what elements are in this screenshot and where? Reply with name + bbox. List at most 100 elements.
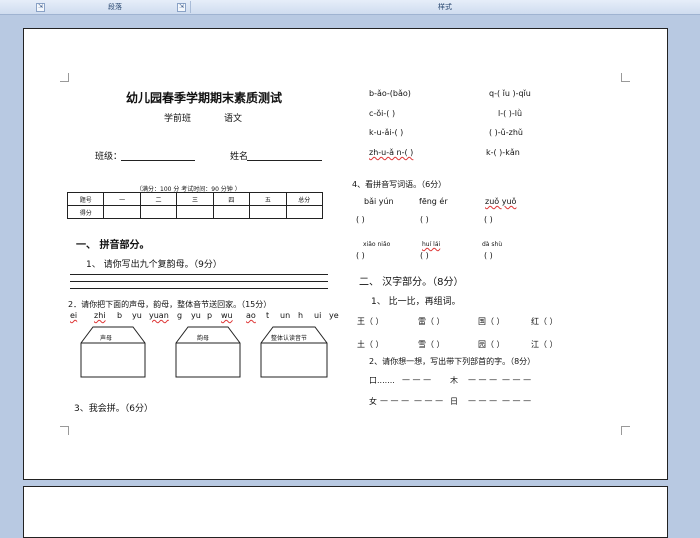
compare-item[interactable]: 王（ ） [357, 316, 384, 327]
styles-launcher-icon[interactable]: ⇲ [177, 3, 186, 12]
pinyin-item: zhi [94, 311, 106, 320]
pinyin-item: t [266, 311, 270, 320]
spell-item: k-u-ǎi-( ) [369, 128, 404, 137]
house-shengmu[interactable]: 声母 [80, 326, 146, 378]
answer-parens[interactable]: ( ) [420, 251, 429, 260]
question-2: 2．请你把下面的声母，韵母，整体音节送回家。（15分） [68, 300, 272, 309]
spell-item: zh-u-ǎ n-( ) [369, 148, 414, 157]
question-4: 4、看拼音写词语。（6分） [352, 180, 447, 189]
crop-mark [60, 73, 69, 82]
pinyin-item: p [207, 311, 213, 320]
spell-item: ( )-ǔ-zhǔ [489, 128, 523, 137]
table-cell[interactable] [176, 205, 214, 219]
house-zhengti[interactable]: 整体认读音节 [260, 326, 328, 378]
house-label: 整体认读音节 [271, 335, 308, 342]
class-field-line[interactable] [121, 160, 195, 161]
question-1: 1、 请你写出九个复韵母。（9分） [86, 260, 222, 270]
radical-blank[interactable]: — — — [468, 396, 497, 405]
pinyin-word: huí lái [422, 241, 441, 248]
house-shape-icon [80, 326, 146, 378]
pinyin-item: g [177, 311, 183, 320]
table-cell: 题号 [66, 192, 105, 206]
question-6: 2、请你想一想，写出带下列部首的字。（8分） [369, 357, 536, 366]
table-cell: 一 [103, 192, 141, 206]
pinyin-item: yu [132, 311, 142, 320]
pinyin-word: xiǎo niǎo [363, 241, 391, 248]
answer-parens[interactable]: ( ) [420, 215, 429, 224]
table-cell: 五 [249, 192, 287, 206]
crop-mark [60, 426, 69, 435]
table-cell[interactable] [212, 205, 251, 219]
question-3: 3、我会拼。（6分） [74, 404, 153, 414]
answer-parens[interactable]: ( ) [484, 215, 493, 224]
pinyin-item: un [280, 311, 291, 320]
ribbon-section-styles[interactable]: 样式 [190, 0, 700, 14]
score-table: 题号 一 二 三 四 五 总分 得分 [66, 192, 324, 219]
answer-line[interactable] [70, 288, 328, 289]
name-field-label: 姓名 [230, 152, 249, 162]
ribbon-bar: 段落 ⇲ ⇲ 样式 [0, 0, 700, 15]
table-cell: 三 [176, 192, 214, 206]
section-2-heading: 二、 汉字部分。（8分） [359, 277, 464, 288]
house-label: 声母 [100, 335, 113, 342]
pinyin-item: b [117, 311, 123, 320]
crop-mark [621, 73, 630, 82]
radical-blank[interactable]: — — — [414, 396, 443, 405]
radical-blank[interactable]: — — — [468, 375, 497, 384]
pinyin-item: ei [70, 311, 78, 320]
pinyin-item: ye [329, 311, 339, 320]
house-label: 韵母 [197, 335, 210, 342]
name-field-line[interactable] [247, 160, 322, 161]
class-level: 学前班 [164, 114, 192, 124]
table-cell: 总分 [285, 192, 324, 206]
pinyin-item: yu [191, 311, 201, 320]
answer-line[interactable] [70, 281, 328, 282]
compare-item[interactable]: 土（ ） [357, 339, 384, 350]
compare-item[interactable]: 江（ ） [531, 339, 558, 350]
answer-line[interactable] [70, 274, 328, 275]
page-title: 幼儿园春季学期期末素质测试 [126, 91, 283, 105]
radical-blank[interactable]: — — — [502, 396, 531, 405]
radical-blank[interactable]: — — — [502, 375, 531, 384]
question-5: 1、 比一比，再组词。 [371, 297, 461, 307]
pinyin-word: zuǒ yuǒ [485, 197, 517, 206]
radical-item: 日 [450, 397, 458, 406]
compare-item[interactable]: 国（ ） [478, 316, 505, 327]
table-cell[interactable] [103, 205, 141, 219]
table-cell[interactable] [285, 205, 324, 219]
radical-blank[interactable]: — — — [380, 396, 409, 405]
radical-item: 木 [450, 376, 458, 385]
pinyin-word: dà shù [482, 241, 503, 248]
pinyin-word: fēng ér [419, 197, 448, 206]
table-cell: 二 [139, 192, 178, 206]
answer-parens[interactable]: ( ) [356, 215, 365, 224]
crop-mark [621, 426, 630, 435]
pinyin-item: wu [221, 311, 233, 320]
compare-item[interactable]: 红（ ） [531, 316, 558, 327]
table-cell[interactable] [139, 205, 178, 219]
table-cell: 四 [212, 192, 251, 206]
table-cell: 得分 [66, 205, 105, 219]
pinyin-item: h [298, 311, 304, 320]
document-page-next [23, 486, 668, 538]
spell-item: k-( )-kǎn [486, 148, 520, 157]
radical-item: 口....... [369, 376, 395, 385]
document-page: 幼儿园春季学期期末素质测试 学前班 语文 班级： 姓名 （满分：100 分 考试… [23, 28, 668, 480]
table-cell[interactable] [249, 205, 287, 219]
pinyin-item: ui [314, 311, 322, 320]
spell-item: c-ǒi-( ) [369, 109, 396, 118]
spell-item: l-( )-lǜ [498, 109, 523, 118]
compare-item[interactable]: 园（ ） [478, 339, 505, 350]
paragraph-launcher-icon[interactable]: ⇲ [36, 3, 45, 12]
spell-item: q-( ǐu )-qǐu [489, 89, 531, 98]
answer-parens[interactable]: ( ) [484, 251, 493, 260]
pinyin-word: bǎi yún [364, 197, 394, 206]
compare-item[interactable]: 雪（ ） [418, 339, 445, 350]
answer-parens[interactable]: ( ) [356, 251, 365, 260]
ribbon-section-paragraph[interactable]: 段落 [40, 0, 190, 14]
spell-item: b-ǎo-(bǎo) [369, 89, 411, 98]
radical-blank[interactable]: — — — [402, 375, 431, 384]
compare-item[interactable]: 雷（ ） [418, 316, 445, 327]
section-1-heading: 一、 拼音部分。 [76, 240, 150, 251]
house-yunmu[interactable]: 韵母 [175, 326, 241, 378]
